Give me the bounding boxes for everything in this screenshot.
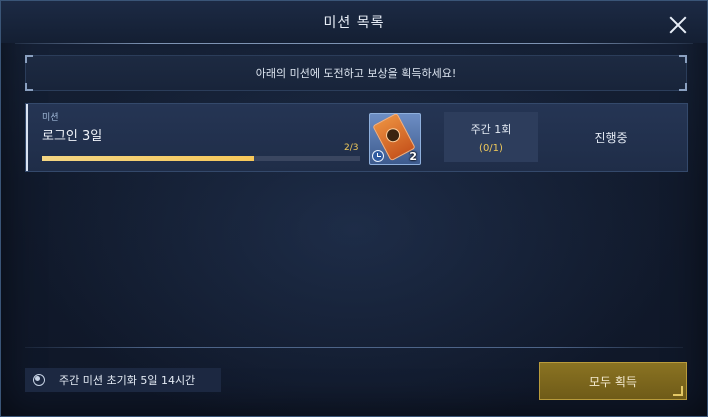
- limit-count: (0/1): [479, 142, 503, 154]
- corner-decoration: [679, 83, 687, 91]
- corner-decoration: [679, 55, 687, 63]
- mission-label: 미션: [42, 113, 59, 123]
- claim-all-label: 모두 획득: [589, 374, 637, 389]
- close-icon[interactable]: [669, 16, 687, 34]
- corner-decoration: [25, 55, 33, 63]
- weekly-limit-box: 주간 1회 (0/1): [444, 112, 538, 162]
- banner-text: 아래의 미션에 도전하고 보상을 획득하세요!: [255, 67, 457, 80]
- timer-icon: [33, 374, 45, 386]
- weekly-reset-timer: 주간 미션 초기화 5일 14시간: [25, 368, 221, 392]
- footer-divider: [25, 347, 683, 348]
- mission-progress-bar: [42, 156, 360, 161]
- mission-row[interactable]: 미션 로그인 3일 2/3 2 주간 1회 (0/1) 진행중: [25, 103, 688, 172]
- corner-decoration: [673, 386, 683, 396]
- dialog-title: 미션 목록: [323, 15, 385, 31]
- reward-count: 2: [409, 150, 417, 163]
- reward-item-slot[interactable]: 2: [369, 113, 421, 165]
- mission-progress-fill: [42, 156, 255, 161]
- title-divider: [15, 43, 693, 44]
- reset-text: 주간 미션 초기화 5일 14시간: [59, 374, 196, 387]
- limit-title: 주간 1회: [470, 122, 512, 136]
- clock-icon: [372, 150, 384, 162]
- mission-name: 로그인 3일: [42, 129, 103, 144]
- mission-progress-text: 2/3: [344, 143, 359, 153]
- mission-status: 진행중: [594, 131, 628, 145]
- instruction-banner: 아래의 미션에 도전하고 보상을 획득하세요!: [25, 55, 687, 91]
- mission-row-accent: [26, 104, 28, 171]
- title-bar: 미션 목록: [1, 1, 707, 43]
- corner-decoration: [25, 83, 33, 91]
- mission-list-dialog: 미션 목록 아래의 미션에 도전하고 보상을 획득하세요! 미션 로그인 3일 …: [0, 0, 708, 417]
- claim-all-button[interactable]: 모두 획득: [539, 362, 687, 400]
